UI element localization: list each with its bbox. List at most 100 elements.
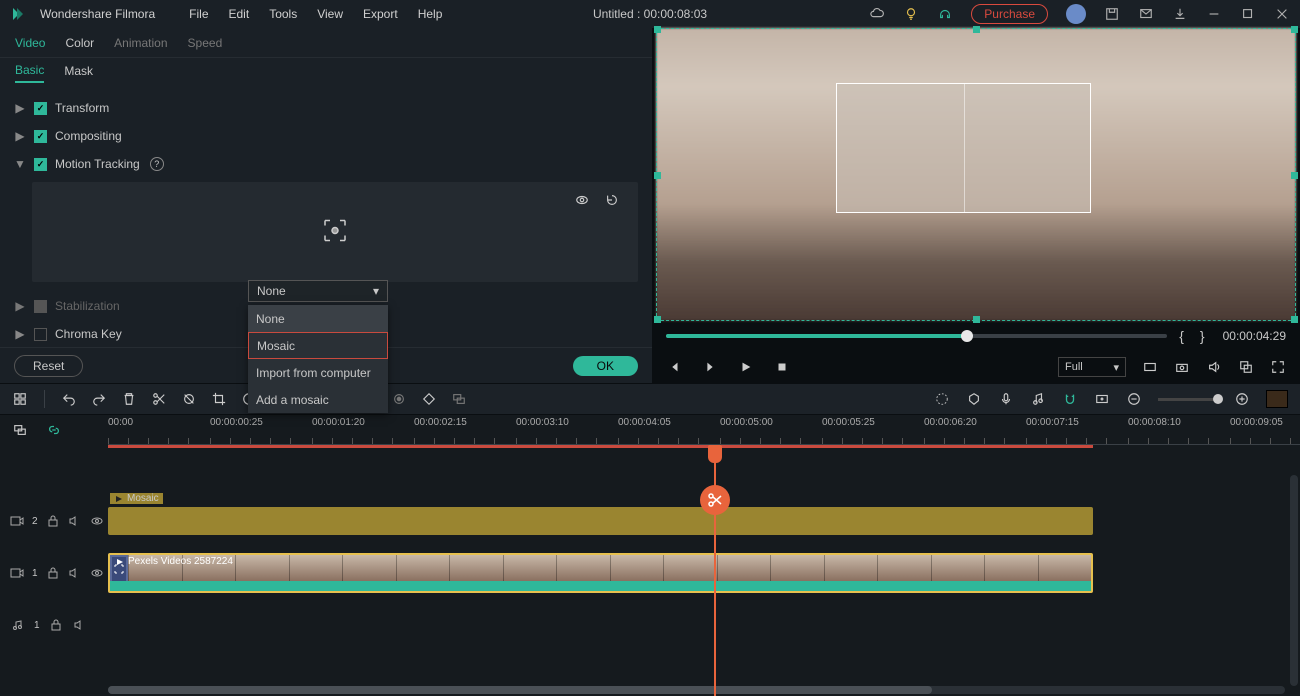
preview-viewport[interactable] (656, 28, 1296, 321)
resize-handle[interactable] (1291, 172, 1298, 179)
menu-item-none[interactable]: None (248, 305, 388, 332)
magnet-snap-icon[interactable] (1062, 391, 1078, 407)
menu-file[interactable]: File (189, 7, 208, 21)
timeline-ruler[interactable]: 00:0000:00:00:2500:00:01:2000:00:02:1500… (108, 415, 1300, 445)
ok-button[interactable]: OK (573, 356, 638, 376)
keyframe-icon[interactable] (421, 391, 437, 407)
crop-icon[interactable] (211, 391, 227, 407)
volume-icon[interactable] (1206, 359, 1222, 375)
checkbox-stabilization[interactable] (34, 300, 47, 313)
tab-color[interactable]: Color (65, 36, 94, 50)
menu-edit[interactable]: Edit (229, 7, 250, 21)
tracking-target-select[interactable]: None ▾ (248, 280, 388, 302)
timeline-scrollbar-horizontal[interactable] (108, 686, 1285, 694)
render-icon[interactable] (1094, 391, 1110, 407)
tab-speed[interactable]: Speed (188, 36, 223, 50)
prev-frame-button[interactable] (666, 359, 682, 375)
resize-handle[interactable] (973, 316, 980, 323)
tab-video[interactable]: Video (15, 36, 45, 50)
marker-icon[interactable] (966, 391, 982, 407)
checkbox-compositing[interactable] (34, 130, 47, 143)
resize-handle[interactable] (654, 316, 661, 323)
preview-scale-select[interactable]: Full▾ (1058, 357, 1126, 377)
prop-compositing[interactable]: ▶ Compositing (14, 122, 638, 150)
message-icon[interactable] (1138, 6, 1154, 22)
target-icon[interactable] (321, 217, 349, 248)
prop-motion-tracking[interactable]: ▼ Motion Tracking ? (14, 150, 638, 178)
play-button[interactable] (738, 359, 754, 375)
fullscreen-icon[interactable] (1270, 359, 1286, 375)
grid-icon[interactable] (12, 391, 28, 407)
tab-animation[interactable]: Animation (114, 36, 167, 50)
resize-handle[interactable] (654, 172, 661, 179)
zoom-slider[interactable] (1158, 398, 1218, 401)
preview-quality-icon[interactable] (1142, 359, 1158, 375)
seek-track[interactable] (666, 334, 1167, 338)
zoom-out-icon[interactable] (1126, 391, 1142, 407)
minimize-icon[interactable] (1206, 6, 1222, 22)
menu-view[interactable]: View (317, 7, 343, 21)
checkbox-transform[interactable] (34, 102, 47, 115)
eye-icon[interactable] (90, 513, 104, 529)
mic-icon[interactable] (998, 391, 1014, 407)
playhead-handle[interactable] (708, 445, 722, 463)
reset-icon[interactable] (604, 192, 620, 208)
track-overlap-icon[interactable] (12, 422, 28, 438)
menu-item-add-mosaic[interactable]: Add a mosaic (248, 386, 388, 413)
resize-handle[interactable] (654, 26, 661, 33)
crop-tool-icon[interactable] (181, 391, 197, 407)
purchase-button[interactable]: Purchase (971, 4, 1048, 24)
resize-handle[interactable] (1291, 316, 1298, 323)
subtab-mask[interactable]: Mask (64, 64, 93, 82)
zoom-fit-icon[interactable] (1266, 390, 1288, 408)
menu-tools[interactable]: Tools (269, 7, 297, 21)
user-avatar[interactable] (1066, 4, 1086, 24)
lock-icon[interactable] (46, 513, 60, 529)
mark-in-button[interactable]: { (1175, 328, 1188, 344)
play-in-out-button[interactable] (702, 359, 718, 375)
stop-button[interactable] (774, 359, 790, 375)
split-at-playhead-button[interactable] (700, 485, 730, 515)
save-icon[interactable] (1104, 6, 1120, 22)
reset-button[interactable]: Reset (14, 355, 83, 377)
mute-icon[interactable] (68, 565, 82, 581)
clip-video[interactable]: Pexels Videos 2587224 (108, 553, 1093, 593)
help-icon[interactable]: ? (150, 157, 164, 171)
lightbulb-icon[interactable] (903, 6, 919, 22)
clip-mosaic[interactable]: Mosaic (108, 507, 1093, 535)
playhead[interactable] (714, 445, 716, 696)
music-icon[interactable] (1030, 391, 1046, 407)
eye-icon[interactable] (574, 192, 590, 208)
headset-icon[interactable] (937, 6, 953, 22)
close-icon[interactable] (1274, 6, 1290, 22)
split-icon[interactable] (151, 391, 167, 407)
delete-icon[interactable] (121, 391, 137, 407)
menu-help[interactable]: Help (418, 7, 443, 21)
checkbox-motion-tracking[interactable] (34, 158, 47, 171)
checkbox-chroma-key[interactable] (34, 328, 47, 341)
zoom-thumb[interactable] (1213, 394, 1223, 404)
undo-icon[interactable] (61, 391, 77, 407)
resize-handle[interactable] (1291, 26, 1298, 33)
resize-handle[interactable] (973, 26, 980, 33)
menu-item-mosaic[interactable]: Mosaic (248, 332, 388, 359)
menu-export[interactable]: Export (363, 7, 398, 21)
download-icon[interactable] (1172, 6, 1188, 22)
subtab-basic[interactable]: Basic (15, 63, 44, 83)
snapshot-icon[interactable] (1174, 359, 1190, 375)
zoom-in-icon[interactable] (1234, 391, 1250, 407)
mark-out-button[interactable]: } (1196, 328, 1209, 344)
detach-icon[interactable] (451, 391, 467, 407)
eye-icon[interactable] (90, 565, 104, 581)
record-icon[interactable] (391, 391, 407, 407)
duplicate-display-icon[interactable] (1238, 359, 1254, 375)
prop-transform[interactable]: ▶ Transform (14, 94, 638, 122)
color-grading-icon[interactable] (934, 391, 950, 407)
link-icon[interactable] (46, 422, 62, 438)
seek-thumb[interactable] (961, 330, 973, 342)
lock-icon[interactable] (48, 617, 64, 633)
redo-icon[interactable] (91, 391, 107, 407)
maximize-icon[interactable] (1240, 6, 1256, 22)
menu-item-import[interactable]: Import from computer (248, 359, 388, 386)
lock-icon[interactable] (46, 565, 60, 581)
